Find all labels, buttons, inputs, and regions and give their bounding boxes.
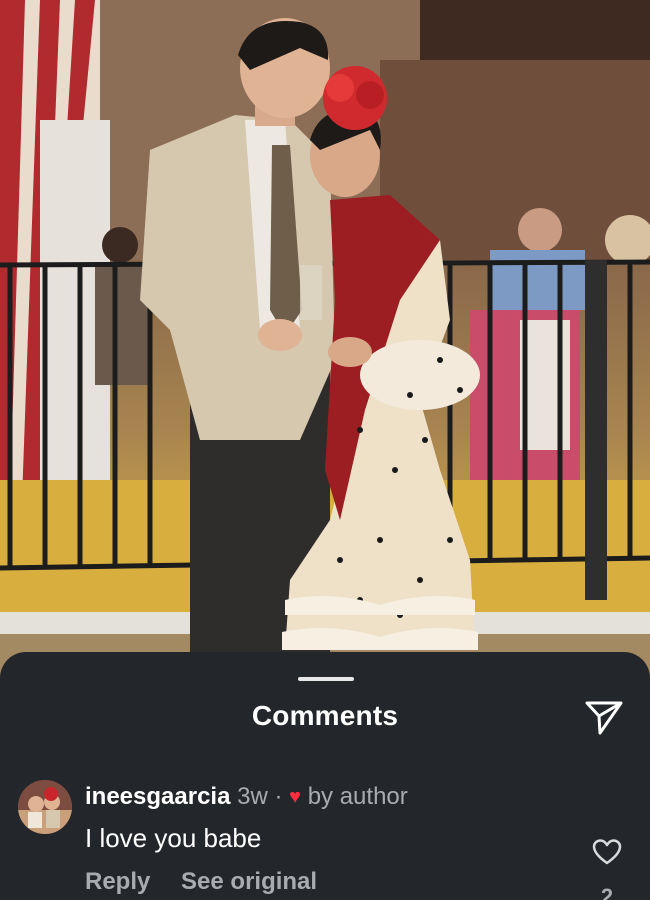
send-icon[interactable] xyxy=(584,699,624,737)
avatar[interactable] xyxy=(18,780,72,834)
reply-button[interactable]: Reply xyxy=(85,868,150,895)
time-ago: 3w xyxy=(237,783,268,810)
heart-icon: ♥ xyxy=(289,786,302,808)
comment-actions: Reply See original xyxy=(85,868,317,896)
see-original-button[interactable]: See original xyxy=(181,868,317,895)
drag-handle[interactable] xyxy=(298,677,354,681)
sheet-title: Comments xyxy=(251,700,399,731)
comment-meta: ineesgaarcia 3w · ♥ by author xyxy=(85,783,408,811)
separator: · xyxy=(274,783,283,810)
author-badge: by author xyxy=(307,783,408,810)
post-photo xyxy=(0,0,650,690)
heart-outline-icon[interactable] xyxy=(592,838,622,866)
page: Comments ineesgaarcia 3w · ♥ by author I… xyxy=(0,0,650,900)
username[interactable]: ineesgaarcia xyxy=(85,783,230,810)
like-count: 2 xyxy=(600,884,614,900)
photo-illustration xyxy=(0,0,650,690)
comment-text: I love you babe xyxy=(85,823,262,853)
comment-item: ineesgaarcia 3w · ♥ by author I love you… xyxy=(18,780,632,900)
comments-sheet: Comments ineesgaarcia 3w · ♥ by author I… xyxy=(0,652,650,900)
